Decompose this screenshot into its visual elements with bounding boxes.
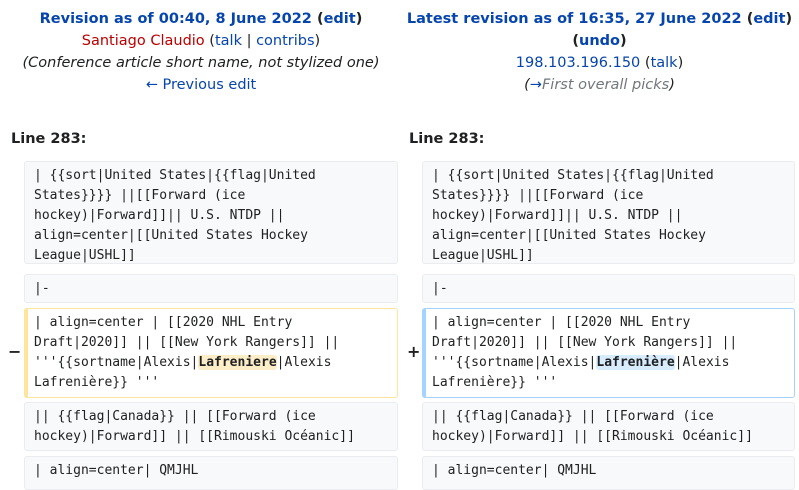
- old-edit-link[interactable]: edit: [324, 11, 356, 27]
- new-revision-user-line: 198.103.196.150 (talk): [515, 55, 684, 71]
- old-user-talk-link[interactable]: talk: [215, 33, 242, 49]
- section-name: First overall picks: [541, 77, 670, 93]
- new-revision-link[interactable]: Latest revision as of 16:35, 27 June 202…: [407, 11, 742, 27]
- context-cell-right: |-: [422, 274, 795, 303]
- new-revision-header: Latest revision as of 16:35, 27 June 202…: [400, 8, 799, 96]
- removed-line-marker: −: [8, 342, 22, 361]
- old-user-contribs-link[interactable]: contribs: [256, 33, 314, 49]
- previous-edit-link[interactable]: ← Previous edit: [146, 77, 257, 93]
- deleted-word-highlight: Lafreniere: [198, 355, 277, 370]
- old-revision-link[interactable]: Revision as of 00:40, 8 June 2022: [40, 11, 312, 27]
- context-cell-left: || {{flag|Canada}} || [[Forward (ice hoc…: [24, 402, 398, 451]
- old-revision-title-line: Revision as of 00:40, 8 June 2022 (edit): [39, 11, 363, 27]
- context-cell-right: || {{flag|Canada}} || [[Forward (ice hoc…: [422, 402, 795, 451]
- old-revision-header: Revision as of 00:40, 8 June 2022 (edit)…: [0, 8, 402, 96]
- context-cell-right: | {{sort|United States|{{flag|United Sta…: [422, 161, 795, 264]
- old-edit-summary: (Conference article short name, not styl…: [22, 55, 380, 71]
- new-user-talk-link[interactable]: talk: [651, 55, 678, 71]
- deleted-line-cell: | align=center | [[2020 NHL Entry Draft|…: [24, 308, 398, 398]
- undo-link[interactable]: undo: [579, 33, 620, 49]
- context-cell-left: | {{sort|United States|{{flag|United Sta…: [24, 161, 398, 264]
- new-edit-link[interactable]: edit: [753, 11, 785, 27]
- new-revision-title-line: Latest revision as of 16:35, 27 June 202…: [406, 11, 793, 27]
- added-word-highlight: Lafrenière: [596, 355, 675, 370]
- added-line-marker: +: [407, 342, 421, 361]
- line-number-right: Line 283:: [409, 131, 485, 147]
- added-line-cell: | align=center | [[2020 NHL Entry Draft|…: [422, 308, 795, 398]
- context-cell-left: |-: [24, 274, 398, 303]
- context-cell-left: | align=center| QMJHL: [24, 456, 398, 490]
- line-number-left: Line 283:: [11, 131, 87, 147]
- section-arrow-link[interactable]: →: [530, 77, 542, 93]
- new-user-link[interactable]: 198.103.196.150: [516, 55, 641, 71]
- old-user-link[interactable]: Santiago Claudio: [82, 33, 205, 49]
- new-edit-summary: (→First overall picks): [524, 77, 675, 93]
- context-cell-right: | align=center| QMJHL: [422, 456, 795, 490]
- old-revision-user-line: Santiago Claudio (talk | contribs): [81, 33, 321, 49]
